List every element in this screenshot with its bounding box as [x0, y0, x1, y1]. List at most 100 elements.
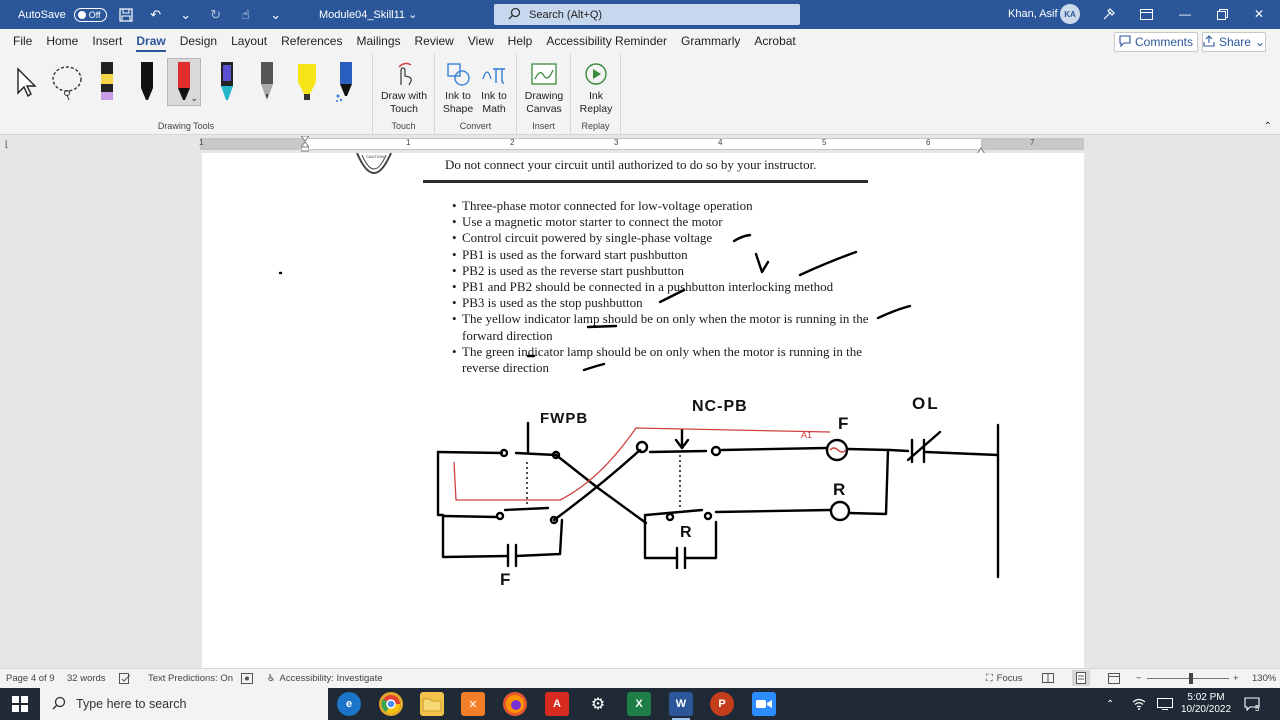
document-title[interactable]: Module04_Skill11 ⌄: [319, 8, 417, 21]
web-layout-icon[interactable]: [1108, 673, 1120, 684]
ink-replay-button[interactable]: Ink Replay: [575, 58, 617, 116]
select-pointer-icon[interactable]: [8, 58, 42, 106]
user-name[interactable]: Khan, Asif: [1008, 8, 1058, 20]
pen-pink-highlighter-icon[interactable]: [90, 58, 124, 106]
comments-button[interactable]: Comments: [1114, 32, 1198, 52]
tab-review[interactable]: Review: [408, 29, 461, 54]
draw-touch-line1: Draw with: [380, 90, 428, 102]
firefox-icon[interactable]: [503, 692, 527, 716]
accessibility-status[interactable]: ♿ Accessibility: Investigate: [267, 673, 383, 684]
close-icon[interactable]: ✕: [1248, 4, 1270, 24]
pen-galaxy-icon[interactable]: [210, 58, 244, 106]
zoom-out-button[interactable]: −: [1136, 673, 1142, 684]
customize-toolbar-icon[interactable]: ⌄: [265, 4, 287, 26]
chevron-down-icon[interactable]: ⌄: [190, 93, 198, 104]
display-icon[interactable]: [1157, 688, 1173, 720]
section-rule: [423, 180, 868, 183]
excel-icon[interactable]: X: [627, 692, 651, 716]
ruler-number: 7: [1030, 138, 1035, 147]
lasso-select-icon[interactable]: [50, 58, 84, 106]
ink-replay-line2: Replay: [579, 103, 613, 115]
taskbar-search[interactable]: Type here to search: [40, 688, 328, 720]
tab-acrobat[interactable]: Acrobat: [747, 29, 802, 54]
zoom-slider-thumb[interactable]: [1189, 673, 1193, 684]
tab-mailings[interactable]: Mailings: [349, 29, 407, 54]
zoom-slider[interactable]: [1147, 678, 1229, 679]
xampp-icon[interactable]: ✕: [461, 692, 485, 716]
windows-start-icon[interactable]: [0, 688, 40, 720]
avatar[interactable]: KA: [1060, 4, 1080, 24]
file-explorer-icon[interactable]: [420, 692, 444, 716]
tab-view[interactable]: View: [461, 29, 501, 54]
pen-pencil-gray-icon[interactable]: [250, 58, 284, 106]
highlighter-yellow-icon[interactable]: [290, 58, 324, 106]
acrobat-icon[interactable]: A: [545, 692, 569, 716]
focus-button[interactable]: ⛶ Focus: [986, 673, 1023, 684]
pen-red-icon[interactable]: ⌄: [167, 58, 201, 106]
pen-blue-glitter-icon[interactable]: [328, 58, 362, 106]
network-icon[interactable]: [1132, 688, 1146, 720]
ink-shape-line2: Shape: [442, 103, 474, 115]
ink-replay-line1: Ink: [588, 90, 603, 102]
text-predictions[interactable]: Text Predictions: On: [148, 673, 233, 684]
share-label: Share: [1218, 35, 1251, 49]
read-mode-icon[interactable]: [1042, 673, 1054, 683]
tray-chevron-up-icon[interactable]: ⌃: [1106, 688, 1114, 720]
group-drawing-tools: ⌄ Drawing Tools: [0, 54, 373, 134]
convert-group-label: Convert: [459, 121, 492, 131]
draw-with-touch-button[interactable]: Draw with Touch: [379, 58, 429, 116]
tab-insert[interactable]: Insert: [85, 29, 129, 54]
tab-selector-icon[interactable]: ⌊: [5, 139, 9, 150]
edge-icon[interactable]: e: [337, 692, 361, 716]
tab-help[interactable]: Help: [501, 29, 540, 54]
tab-layout[interactable]: Layout: [224, 29, 274, 54]
collapse-ribbon-icon[interactable]: ⌃: [1264, 121, 1272, 132]
designer-icon[interactable]: [1098, 4, 1120, 24]
chrome-icon[interactable]: [379, 692, 403, 716]
pen-black-icon[interactable]: [130, 58, 164, 106]
word-icon[interactable]: W: [669, 692, 693, 720]
undo-icon[interactable]: ↶: [145, 4, 167, 26]
tab-design[interactable]: Design: [173, 29, 224, 54]
zoom-in-button[interactable]: +: [1233, 673, 1239, 684]
powerpoint-icon[interactable]: P: [710, 692, 734, 716]
share-button[interactable]: Share ⌄: [1202, 32, 1266, 52]
tab-accessibility-reminder[interactable]: Accessibility Reminder: [539, 29, 674, 54]
touch-mode-icon[interactable]: ☝: [235, 4, 257, 26]
tab-references[interactable]: References: [274, 29, 349, 54]
zoom-level[interactable]: 130%: [1252, 673, 1276, 684]
minimize-icon[interactable]: —: [1174, 4, 1196, 24]
indent-marker[interactable]: [299, 135, 311, 152]
dropdown-chevron-icon[interactable]: ⌄: [175, 4, 197, 26]
tab-grammarly[interactable]: Grammarly: [674, 29, 747, 54]
save-icon[interactable]: [115, 4, 137, 26]
proofing-icon[interactable]: [119, 673, 131, 684]
settings-gear-icon[interactable]: ⚙: [586, 692, 610, 716]
ribbon-display-icon[interactable]: [1135, 4, 1157, 24]
caution-text: Do not connect your circuit until author…: [445, 157, 817, 172]
notifications-icon[interactable]: 5: [1244, 688, 1260, 720]
word-count[interactable]: 32 words: [67, 673, 106, 684]
drawing-canvas-button[interactable]: Drawing Canvas: [521, 58, 567, 116]
maximize-icon[interactable]: [1211, 4, 1233, 24]
horizontal-ruler[interactable]: 1 1 2 3 4 5 6 7: [199, 135, 1084, 155]
macro-icon[interactable]: [241, 673, 253, 684]
redo-icon[interactable]: ↻: [205, 4, 227, 26]
right-indent-marker[interactable]: [976, 143, 986, 155]
ink-to-shape-button[interactable]: Ink to Shape: [441, 58, 475, 116]
tab-home[interactable]: Home: [39, 29, 85, 54]
taskbar-search-placeholder: Type here to search: [76, 697, 187, 711]
tab-draw[interactable]: Draw: [129, 29, 172, 54]
tab-file[interactable]: File: [6, 29, 39, 54]
ribbon-draw: ⌄ Drawing Tools Draw with Touch Touch In…: [0, 54, 1280, 135]
search-box[interactable]: Search (Alt+Q): [494, 4, 800, 25]
page-count[interactable]: Page 4 of 9: [6, 673, 55, 684]
clock[interactable]: 5:02 PM 10/20/2022: [1181, 688, 1231, 720]
insert-group-label: Insert: [532, 121, 555, 131]
ink-to-math-button[interactable]: Ink to Math: [477, 58, 511, 116]
ruler-area: ⌊ 1 1 2 3 4 5 6 7: [0, 135, 1280, 155]
print-layout-icon[interactable]: [1072, 670, 1090, 686]
autosave-toggle[interactable]: Off: [73, 7, 107, 22]
share-icon: [1203, 34, 1215, 50]
zoom-app-icon[interactable]: [752, 692, 776, 716]
